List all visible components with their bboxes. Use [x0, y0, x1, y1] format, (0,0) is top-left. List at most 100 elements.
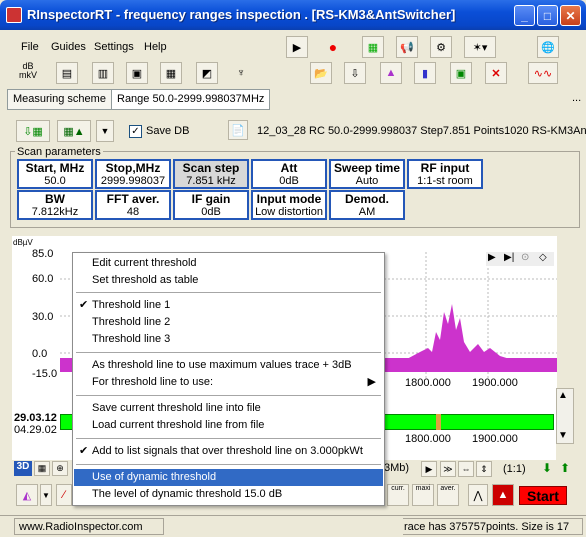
tab-range[interactable]: Range 50.0-2999.998037MHz [111, 89, 271, 110]
param-rf-input[interactable]: RF input 1:1-st room [407, 159, 483, 189]
param-start[interactable]: Start, MHz 50.0 [17, 159, 93, 189]
minimize-button[interactable]: _ [514, 5, 535, 26]
save-db-checkbox[interactable]: ✓ [129, 125, 142, 138]
scroll-up-icon[interactable]: ▲ [558, 390, 568, 401]
y-tick: 60.0 [32, 273, 54, 285]
scroll-down-icon[interactable]: ▼ [558, 430, 568, 441]
chart-reset-icon[interactable]: ◇ [539, 252, 547, 263]
table-icon[interactable]: ▦ [160, 62, 182, 84]
chart-zoom-icon[interactable]: ⊙ [521, 252, 529, 263]
menu-threshold-line-3[interactable]: Threshold line 3 [74, 331, 383, 348]
menu-help[interactable]: Help [144, 41, 167, 53]
bars-icon[interactable]: ▮ [414, 62, 436, 84]
red-chart-icon[interactable]: ▲ [492, 484, 514, 506]
maximize-button[interactable]: □ [537, 5, 558, 26]
tab-measuring-scheme[interactable]: Measuring scheme [7, 89, 112, 110]
palette-icon[interactable]: ▦ [34, 461, 50, 476]
chart-icon[interactable]: ◩ [196, 62, 218, 84]
tabs-more[interactable]: ... [572, 92, 581, 104]
menu-threshold-line-2[interactable]: Threshold line 2 [74, 314, 383, 331]
param-demod[interactable]: Demod. AM [329, 190, 405, 220]
menu-separator [76, 438, 381, 439]
tower-icon[interactable]: ♆ [230, 62, 252, 84]
save-trace-icon[interactable]: ▣ [450, 62, 472, 84]
param-stop[interactable]: Stop,MHz 2999.998037 [95, 159, 171, 189]
param-fft-aver[interactable]: FFT aver. 48 [95, 190, 171, 220]
start-button[interactable]: Start [519, 486, 567, 505]
menu-guides[interactable]: Guides [51, 41, 86, 53]
record-icon[interactable]: ● [322, 36, 344, 58]
threshold-context-menu: Edit current threshold Set threshold as … [72, 252, 385, 506]
menu-settings[interactable]: Settings [94, 41, 134, 53]
scan-start-icon[interactable]: ⇩▦ [16, 120, 50, 142]
menu-load-threshold[interactable]: Load current threshold line from file [74, 417, 383, 434]
param-scan-step[interactable]: Scan step 7.851 kHz [173, 159, 249, 189]
submenu-arrow-icon: ▶ [367, 376, 376, 388]
status-url[interactable]: www.RadioInspector.com [14, 518, 164, 535]
fast-forward-icon[interactable]: ≫ [440, 461, 456, 477]
chart-end-icon[interactable]: ▶| [504, 252, 514, 263]
close-button[interactable]: ✕ [560, 5, 581, 26]
play-icon[interactable]: ▶ [286, 36, 308, 58]
spectrum-icon[interactable]: ▲ [380, 62, 402, 84]
expand-icon[interactable]: ⇕ [476, 461, 492, 477]
menu-threshold-line-to-use[interactable]: For threshold line to use: ▶ [74, 374, 383, 391]
title-bar: RInspectorRT - frequency ranges inspecti… [0, 0, 586, 30]
param-bw[interactable]: BW 7.812kHz [17, 190, 93, 220]
param-sweep-time[interactable]: Sweep time Auto [329, 159, 405, 189]
list-icon[interactable]: ▤ [56, 62, 78, 84]
green-down-arrow-icon[interactable]: ⬇ [542, 461, 552, 475]
waterfall-date-top: 29.03.12 [14, 412, 57, 424]
green-up-arrow-icon[interactable]: ⬆ [560, 461, 570, 475]
menu-dynamic-threshold-level[interactable]: The level of dynamic threshold 15.0 dB [74, 486, 383, 503]
document-icon[interactable]: 📄 [228, 120, 248, 140]
zoom-icon[interactable]: ⊕ [52, 461, 68, 476]
waterfall-size-label: 3Mb) [384, 462, 410, 474]
columns-icon[interactable]: ▥ [92, 62, 114, 84]
menu-threshold-line-1[interactable]: ✔ Threshold line 1 [74, 297, 383, 314]
pages-icon[interactable]: ▣ [126, 62, 148, 84]
shrink-icon[interactable]: ⇔ [458, 461, 474, 477]
scan-settings-icon[interactable]: ⚙ [430, 36, 452, 58]
3d-view-button[interactable]: 3D [14, 461, 32, 476]
antenna-switch-icon[interactable]: 📢 [396, 36, 418, 58]
y-tick: 85.0 [32, 248, 54, 260]
max-trace-button[interactable]: maxi [412, 484, 434, 506]
menu-edit-threshold[interactable]: Edit current threshold [74, 255, 383, 272]
y-tick: -15.0 [32, 368, 58, 380]
trace-mode-icon[interactable]: ◭ [16, 484, 38, 506]
param-input-mode[interactable]: Input mode Low distortion [251, 190, 327, 220]
globe-icon[interactable]: 🌐 [537, 36, 559, 58]
trace-dropdown-icon[interactable]: ▼ [40, 484, 52, 506]
waterfall-date-bottom: 04.29.02 [14, 424, 57, 436]
menu-save-threshold[interactable]: Save current threshold line into file [74, 400, 383, 417]
scan-mode-icon[interactable]: ▦▲ [57, 120, 91, 142]
folder-icon[interactable]: 📂 [310, 62, 332, 84]
peak-icon[interactable]: ⋀ [468, 484, 488, 506]
menu-max-trace-threshold[interactable]: As threshold line to use maximum values … [74, 357, 383, 374]
y-tick: 0.0 [32, 348, 48, 360]
chart-scroll-right-icon[interactable]: ▶ [488, 252, 496, 263]
menu-use-dynamic-threshold[interactable]: Use of dynamic threshold [74, 469, 383, 486]
menu-separator [76, 352, 381, 353]
import-icon[interactable]: ⇩ [344, 62, 366, 84]
waterfall-play-icon[interactable]: ▶ [421, 461, 437, 477]
curr-trace-button[interactable]: curr. [387, 484, 409, 506]
menu-separator [76, 395, 381, 396]
db-unit-button[interactable]: dB mkV [14, 62, 42, 84]
param-att[interactable]: Att 0dB [251, 159, 327, 189]
wave-icon[interactable]: ∿∿ [528, 62, 558, 84]
aver-trace-button[interactable]: aver. [437, 484, 459, 506]
check-icon: ✔ [79, 445, 89, 457]
menu-add-signals-over-threshold[interactable]: ✔ Add to list signals that over threshold… [74, 443, 383, 460]
marker-icon[interactable]: ∕ [56, 484, 72, 506]
spectrum-grid-icon[interactable]: ▦ [362, 36, 384, 58]
scan-dropdown-icon[interactable]: ▼ [96, 120, 114, 142]
delete-icon[interactable]: ✕ [485, 62, 507, 84]
param-if-gain[interactable]: IF gain 0dB [173, 190, 249, 220]
tools-dropdown-icon[interactable]: ✶▾ [464, 36, 496, 58]
waterfall-x-tick: 1900.000 [472, 433, 518, 445]
save-db-label: Save DB [146, 125, 190, 137]
menu-file[interactable]: File [21, 41, 39, 53]
menu-set-threshold-table[interactable]: Set threshold as table [74, 272, 383, 289]
